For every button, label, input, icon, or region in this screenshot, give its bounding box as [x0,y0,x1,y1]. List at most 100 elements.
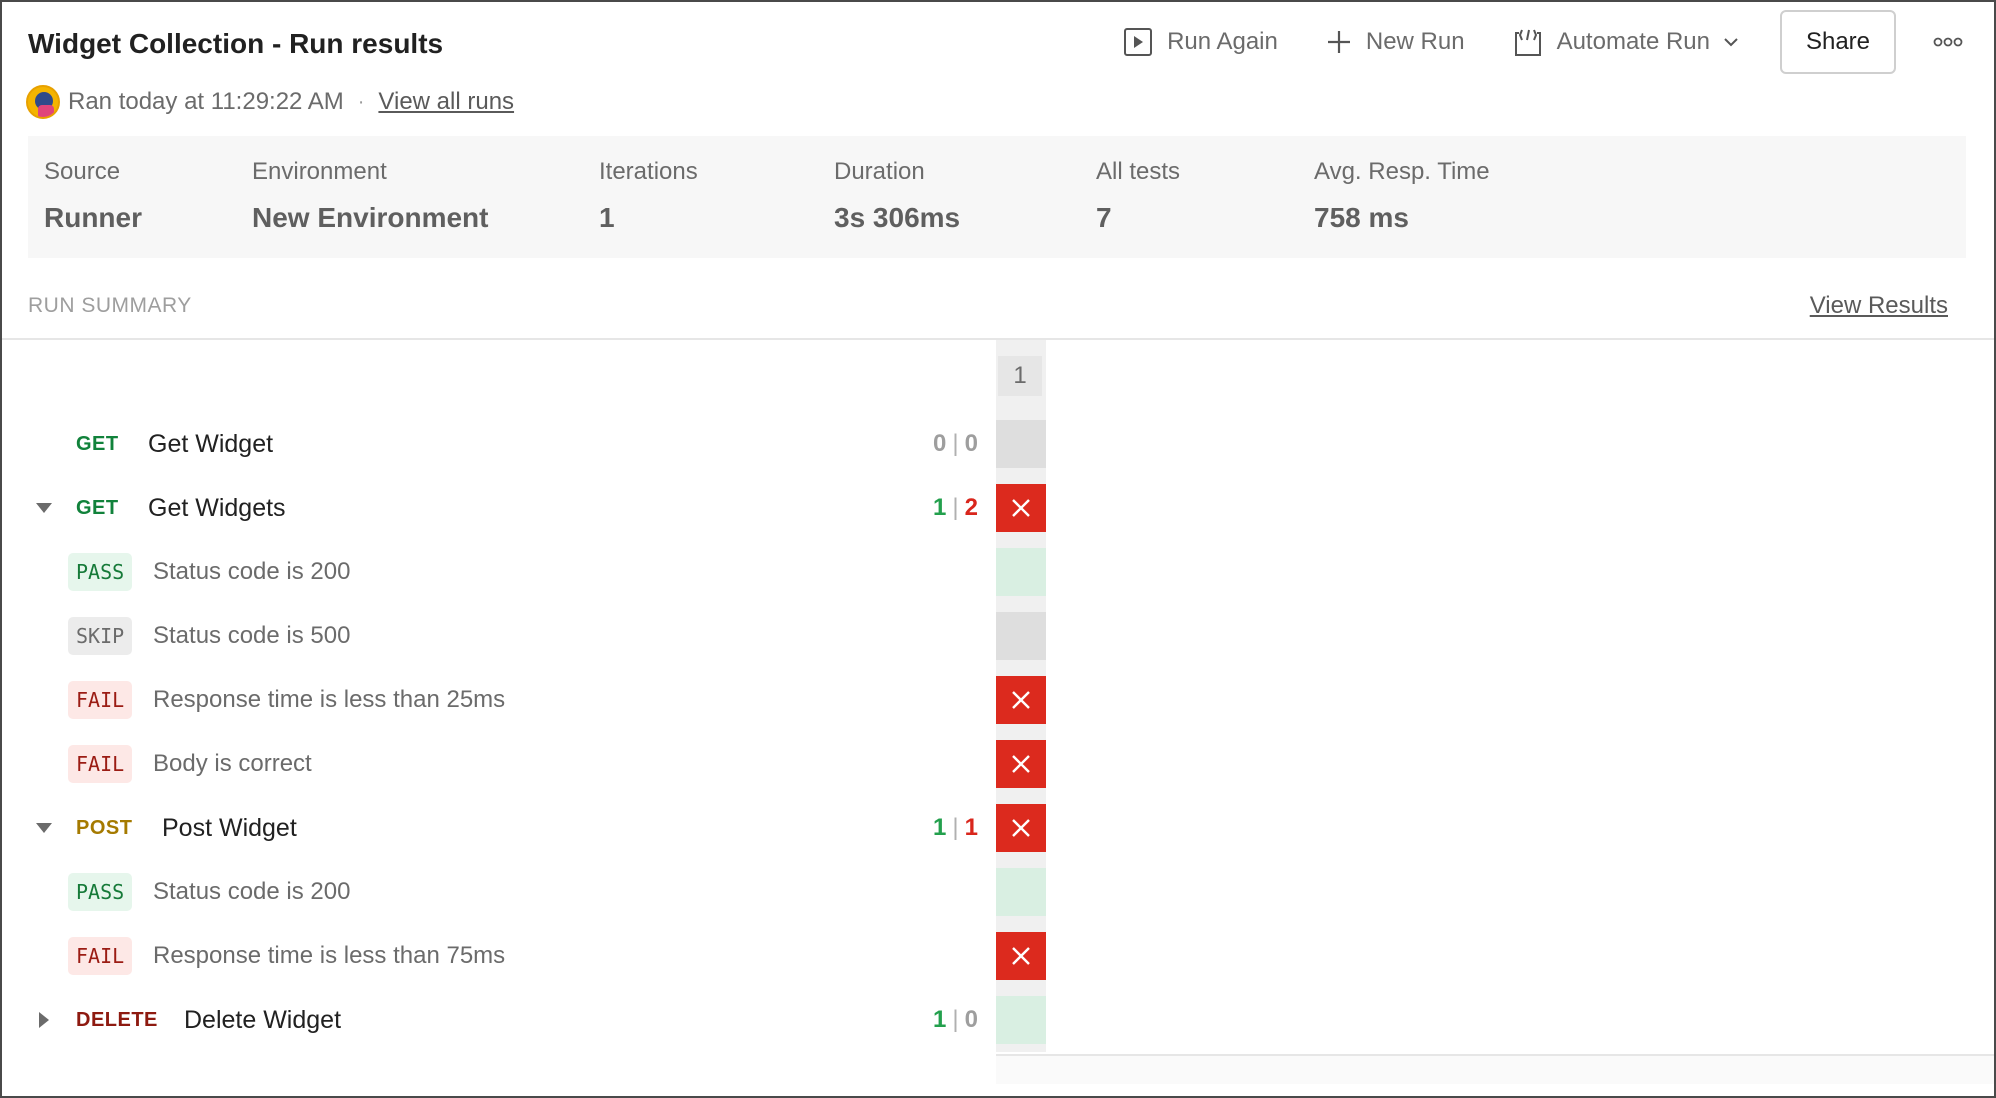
automate-run-button[interactable]: Automate Run [1513,27,1740,57]
pass-count: 1 [933,494,947,521]
result-cell-fail[interactable] [996,676,1046,724]
status-badge: SKIP [68,617,133,655]
close-icon [1012,947,1030,965]
stat-value: New Environment [252,202,489,233]
request-name: Post Widget [162,813,297,842]
status-badge: FAIL [68,745,133,783]
ran-timestamp: Ran today at 11:29:22 AM [68,88,344,115]
close-icon [1012,691,1030,709]
run-summary-heading: RUN SUMMARY [28,294,192,317]
share-button[interactable]: Share [1780,10,1896,74]
test-row[interactable]: FAIL Body is correct [2,732,992,796]
stat-label: All tests [1096,158,1181,185]
status-badge: FAIL [68,681,133,719]
automate-run-label: Automate Run [1556,28,1710,55]
pass-count: 0 [933,430,947,457]
plus-icon [1327,31,1350,53]
pass-fail-counts: 0 | 0 [933,430,978,457]
view-all-runs-link[interactable]: View all runs [378,88,514,116]
fail-count: 0 [964,1006,978,1033]
toolbar: Run Again New Run Automate Run Share [1123,10,1994,74]
test-name: Response time is less than 75ms [153,942,506,969]
stat-label: Avg. Resp. Time [1314,158,1490,185]
run-meta: Ran today at 11:29:22 AM · View all runs [26,85,514,119]
stat-value: 3s 306ms [834,202,961,233]
view-results-link[interactable]: View Results [1810,292,1948,320]
result-cell-skip[interactable] [996,612,1046,660]
close-icon [1012,499,1030,517]
stat-value: 1 [599,202,615,233]
result-cell-pass[interactable] [996,996,1046,1044]
stat-value: 758 ms [1314,202,1409,233]
stat-iterations: Iterations 1 [599,158,698,234]
method-label: DELETE [76,1008,158,1031]
result-cell-skip[interactable] [996,420,1046,468]
stat-label: Environment [252,158,387,185]
stat-label: Source [44,158,121,185]
test-row[interactable]: SKIP Status code is 500 [2,604,992,668]
fail-count: 1 [964,814,978,841]
pass-fail-counts: 1 | 1 [933,814,978,841]
test-name: Body is correct [153,750,312,777]
method-label: POST [76,816,133,839]
test-row[interactable]: FAIL Response time is less than 75ms [2,924,992,988]
result-cell-fail[interactable] [996,932,1046,980]
stat-label: Duration [834,158,925,185]
test-name: Status code is 200 [153,558,351,585]
new-run-button[interactable]: New Run [1326,28,1465,56]
result-cell-fail[interactable] [996,804,1046,852]
method-label: GET [76,496,119,519]
status-badge: PASS [68,873,133,911]
status-badge: PASS [68,553,133,591]
pass-count: 1 [933,814,947,841]
more-icon [1933,37,1963,47]
stat-avg-resp-time: Avg. Resp. Time 758 ms [1314,158,1490,234]
stat-value: Runner [44,202,142,233]
request-row[interactable]: POST Post Widget 1 | 1 [2,796,992,860]
horizontal-scrollbar[interactable] [996,1054,1994,1084]
status-badge: FAIL [68,937,133,975]
pass-count: 1 [933,1006,947,1033]
test-name: Status code is 200 [153,878,351,905]
test-row[interactable]: FAIL Response time is less than 25ms [2,668,992,732]
result-cell-fail[interactable] [996,484,1046,532]
fail-count: 0 [964,430,978,457]
stat-label: Iterations [599,158,698,185]
stat-source: Source Runner [44,158,142,234]
caret-down-icon[interactable] [34,498,54,518]
stat-environment: Environment New Environment [252,158,488,234]
method-label: GET [76,432,119,455]
fail-count: 2 [964,494,978,521]
run-results-window: Widget Collection - Run results Ran toda… [0,0,1996,1098]
meta-separator: · [357,90,365,113]
result-cell-pass[interactable] [996,868,1046,916]
new-run-label: New Run [1365,28,1465,55]
test-row[interactable]: PASS Status code is 200 [2,540,992,604]
pass-fail-counts: 1 | 2 [933,494,978,521]
test-name: Status code is 500 [153,622,351,649]
request-name: Delete Widget [184,1005,342,1034]
request-row[interactable]: GET Get Widgets 1 | 2 [2,476,992,540]
play-icon [1124,28,1153,56]
avatar [26,85,60,119]
run-again-button[interactable]: Run Again [1123,27,1278,57]
request-row[interactable]: DELETE Delete Widget 1 | 0 [2,988,992,1052]
iteration-header[interactable]: 1 [998,356,1042,396]
page-title: Widget Collection - Run results [28,28,444,59]
caret-right-icon[interactable] [34,1010,54,1030]
request-name: Get Widgets [148,493,286,522]
test-row[interactable]: PASS Status code is 200 [2,860,992,924]
result-cell-fail[interactable] [996,740,1046,788]
automate-icon [1514,29,1541,56]
more-options-button[interactable] [1928,22,1968,62]
result-cell-pass[interactable] [996,548,1046,596]
run-again-label: Run Again [1167,28,1278,55]
close-icon [1012,755,1030,773]
request-name: Get Widget [148,429,274,458]
test-name: Response time is less than 25ms [153,686,506,713]
caret-down-icon[interactable] [34,818,54,838]
stat-duration: Duration 3s 306ms [834,158,960,234]
pass-fail-counts: 1 | 0 [933,1006,978,1033]
request-row[interactable]: GET Get Widget 0 | 0 [2,412,992,476]
stat-all-tests: All tests 7 [1096,158,1180,234]
